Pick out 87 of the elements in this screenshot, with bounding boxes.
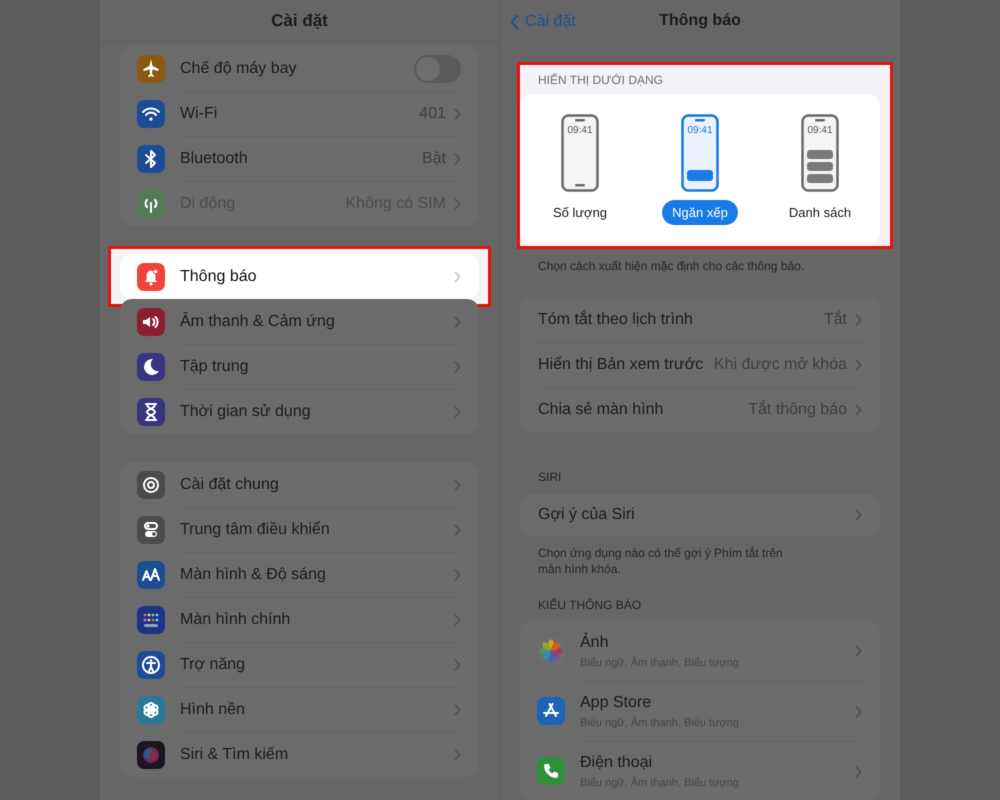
row-label: Trợ năng: [180, 655, 246, 675]
row-label: Cài đặt chung: [180, 474, 280, 494]
settings-row[interactable]: Gợi ý của Siri: [520, 494, 880, 536]
row-label: Màn hình & Độ sáng: [180, 565, 327, 585]
orb-icon: [137, 740, 165, 768]
settings-row[interactable]: Chế độ máy bay: [120, 46, 479, 91]
app-name: Ảnh: [580, 632, 610, 653]
settings-row[interactable]: Siri & Tìm kiếm: [120, 732, 479, 777]
settings-row[interactable]: Thông báo: [120, 254, 479, 299]
settings-row[interactable]: Trung tâm điều khiển: [120, 507, 479, 552]
row-label: Hình nền: [180, 700, 246, 720]
accessibility-icon: [137, 650, 165, 678]
airplane-icon: [137, 54, 165, 82]
settings-row[interactable]: Hình nền: [120, 687, 479, 732]
app-store-icon: [537, 697, 565, 725]
settings-row[interactable]: Âm thanh & Cảm ứng: [120, 299, 479, 344]
row-label: Bluetooth: [180, 149, 249, 169]
option-label[interactable]: Ngăn xếp: [662, 200, 738, 226]
section-header: HIỂN THỊ DƯỚI DẠNG: [537, 72, 664, 89]
settings-row[interactable]: Màn hình & Độ sáng: [120, 552, 479, 597]
phone-preview[interactable]: 09:41: [801, 114, 839, 192]
settings-row[interactable]: Tập trung: [120, 344, 479, 389]
row-label: Chia sẻ màn hình: [538, 400, 664, 420]
row-label: Màn hình chính: [180, 610, 292, 630]
chevron-icon: [454, 524, 461, 536]
back-chevron-icon: [510, 14, 519, 30]
section-header: KIỂU THÔNG BÁO: [537, 597, 642, 614]
bell-icon: [137, 262, 165, 290]
petals-icon: [537, 637, 565, 665]
chevron-icon: [454, 316, 461, 328]
display-icon: [137, 560, 165, 588]
chevron-icon: [454, 361, 461, 373]
chevron-icon: [454, 659, 461, 671]
phone-preview[interactable]: 09:41: [561, 114, 599, 192]
chevron-icon: [454, 108, 461, 120]
section-header: SIRI: [537, 469, 562, 486]
settings-row[interactable]: Màn hình chính: [120, 597, 479, 642]
hourglass-icon: [137, 398, 165, 426]
chevron-icon: [855, 314, 862, 326]
settings-row[interactable]: Trợ năng: [120, 642, 479, 687]
chevron-icon: [454, 270, 461, 282]
antenna-icon: [137, 190, 165, 218]
settings-row[interactable]: Thời gian sử dụng: [120, 389, 479, 434]
switches-icon: [137, 516, 165, 544]
settings-row[interactable]: Cài đặt chung: [120, 462, 479, 507]
flower-icon: [137, 696, 165, 724]
chevron-icon: [454, 704, 461, 716]
moon-icon: [137, 352, 165, 380]
app-name: App Store: [580, 693, 652, 714]
speaker-icon: [137, 308, 165, 336]
chevron-icon: [855, 766, 862, 778]
row-label: Hiển thị Bản xem trước: [538, 355, 704, 375]
phone-preview[interactable]: 09:41: [681, 114, 719, 192]
chevron-icon: [454, 153, 461, 165]
gear-icon: [137, 470, 165, 498]
phone-icon: [537, 757, 565, 785]
app-grid-icon: [137, 606, 165, 634]
wifi-icon: [137, 100, 165, 128]
row-label: Thời gian sử dụng: [180, 402, 312, 422]
chevron-icon: [855, 359, 862, 371]
chevron-icon: [454, 569, 461, 581]
pane-title: Thông báo: [659, 11, 741, 31]
bluetooth-icon: [137, 144, 165, 172]
pane-title: Cài đặt: [271, 10, 328, 32]
chevron-icon: [855, 706, 862, 718]
row-label: Chế độ máy bay: [180, 58, 298, 78]
app-name: Điện thoại: [580, 753, 654, 774]
row-label: Âm thanh & Cảm ứng: [180, 311, 336, 332]
chevron-icon: [454, 198, 461, 210]
row-label: Wi-Fi: [180, 104, 218, 124]
chevron-icon: [855, 404, 862, 416]
chevron-icon: [454, 406, 461, 418]
chevron-icon: [454, 749, 461, 761]
option-label[interactable]: Số lượng: [542, 200, 618, 226]
row-label: Tóm tắt theo lịch trình: [538, 309, 694, 330]
chevron-icon: [454, 614, 461, 626]
row-label: Siri & Tìm kiếm: [180, 745, 290, 765]
chevron-icon: [855, 645, 862, 657]
chevron-icon: [454, 478, 461, 490]
chevron-icon: [855, 509, 862, 521]
option-label[interactable]: Danh sách: [778, 200, 862, 226]
section-footer: Chọn cách xuất hiện mặc định cho các thông báo.: [520, 249, 880, 297]
row-label: Thông báo: [180, 266, 258, 286]
section-footer: Chọn ứng dụng nào có thể gợi ý Phím tắt trên màn hình khóa.: [520, 536, 820, 577]
row-label: Gợi ý của Siri: [538, 505, 636, 525]
row-label: Trung tâm điều khiển: [180, 520, 331, 540]
row-label: Tập trung: [180, 357, 250, 377]
